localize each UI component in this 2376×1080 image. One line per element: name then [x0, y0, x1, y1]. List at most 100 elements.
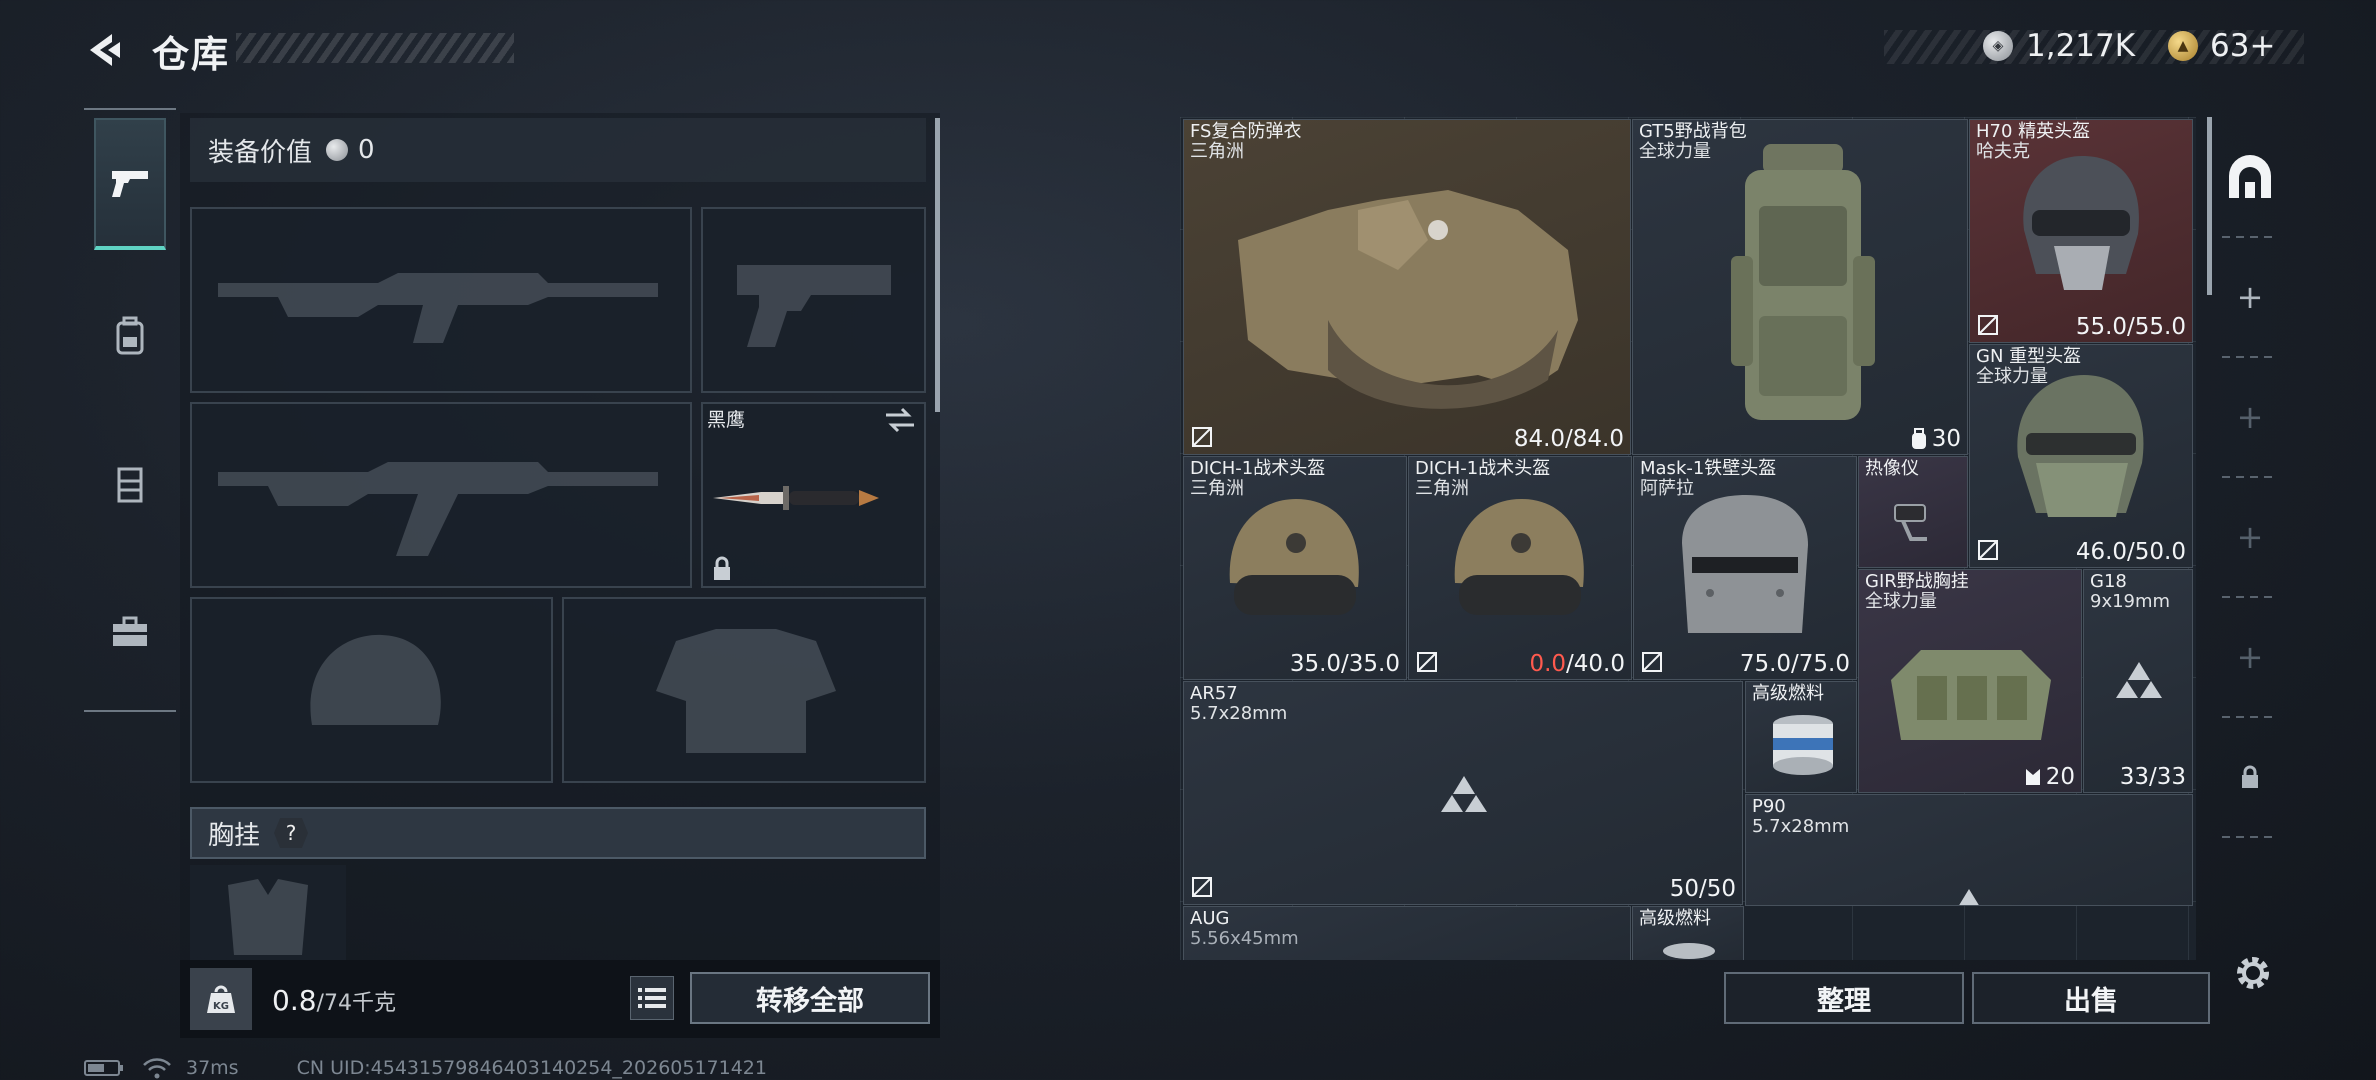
- page-title: 仓库: [152, 33, 230, 76]
- item-caliber: 9x19mm: [2090, 591, 2171, 612]
- stash-home-icon: [2229, 155, 2271, 198]
- stash-tab-main[interactable]: [2222, 150, 2278, 204]
- silver-coin-icon: [326, 139, 349, 161]
- primary-weapon-slot[interactable]: [190, 207, 692, 393]
- stash-tab-add[interactable]: +: [2222, 270, 2278, 324]
- status-bar: 37ms CN UID:45431579846403140254_2026051…: [84, 1055, 767, 1080]
- stash-tab-add-disabled[interactable]: +: [2222, 630, 2278, 684]
- item-capacity-value: 20: [2045, 764, 2075, 790]
- stash-tab-add-disabled[interactable]: +: [2222, 510, 2278, 564]
- ammo-icon: [1959, 889, 1979, 905]
- carry-weight-max: /74千克: [316, 991, 396, 1016]
- category-chest-rig-tab[interactable]: [94, 418, 166, 550]
- sort-button[interactable]: 整理: [1724, 972, 1964, 1024]
- stash-item-helmet-gn[interactable]: GN 重型头盔 全球力量 46.0/50.0: [1969, 344, 2193, 568]
- stash-item-fuel[interactable]: 高级燃料: [1632, 906, 1744, 960]
- gold-currency-value[interactable]: 63+: [2210, 28, 2275, 64]
- stash-item-helmet-dich[interactable]: DICH-1战术头盔 三角洲 35.0/35.0: [1183, 456, 1407, 680]
- back-arrow-icon: [90, 34, 120, 66]
- item-faction: 全球力量: [1639, 141, 1711, 162]
- helmet-silhouette-icon: [310, 634, 441, 725]
- settings-button[interactable]: [2230, 950, 2276, 996]
- item-name: 热像仪: [1865, 458, 1919, 479]
- title-decoration: [236, 33, 514, 63]
- item-name: DICH-1战术头盔: [1415, 458, 1551, 479]
- list-icon: [638, 988, 666, 1008]
- stash-tab-add-disabled[interactable]: +: [2222, 390, 2278, 444]
- stash-item-ammo-p90[interactable]: P90 5.7x28mm: [1745, 794, 2193, 906]
- equipment-value-bar: 装备价值 0: [190, 118, 926, 182]
- stash-item-ammo-ar57[interactable]: AR57 5.7x28mm 50/50: [1183, 681, 1743, 905]
- chest-rig-label: 胸挂: [208, 820, 261, 851]
- capacity-icon: [1911, 428, 1926, 449]
- list-view-button[interactable]: [630, 976, 674, 1020]
- item-name: Mask-1铁壁头盔: [1640, 458, 1777, 479]
- no-repair-icon: [1192, 427, 1212, 447]
- item-faction: 三角洲: [1190, 141, 1244, 162]
- sidearm-slot[interactable]: [701, 207, 926, 393]
- user-uid: CN UID:45431579846403140254_202605171421: [296, 1057, 767, 1079]
- stash-item-ammo-aug[interactable]: AUG 5.56x45mm: [1183, 906, 1631, 960]
- rail-divider: [84, 710, 176, 712]
- secondary-weapon-slot[interactable]: [190, 402, 692, 588]
- stash-item-thermal[interactable]: 热像仪: [1858, 456, 1968, 568]
- body-armor-slot[interactable]: [562, 597, 926, 783]
- item-name: AUG: [1190, 908, 1230, 929]
- chest-rig-icon: [1891, 650, 2051, 740]
- chest-rig-slot[interactable]: [190, 865, 346, 960]
- fuel-can-icon: [1773, 715, 1833, 775]
- item-durability: 75.0/75.0: [1739, 651, 1850, 677]
- stash-item-helmet-mask1[interactable]: Mask-1铁壁头盔 阿萨拉 75.0/75.0: [1633, 456, 1857, 680]
- item-durability-current: 0.0: [1529, 651, 1567, 677]
- body-armor-icon: [1238, 190, 1578, 409]
- category-weapons-tab[interactable]: [94, 118, 166, 250]
- item-name: G18: [2090, 571, 2127, 592]
- fuel-can-icon: [1663, 943, 1715, 959]
- stash-item-ammo-g18[interactable]: G18 9x19mm 33/33: [2083, 569, 2193, 793]
- item-durability: 84.0/84.0: [1513, 426, 1624, 452]
- transfer-all-button[interactable]: 转移全部: [690, 972, 930, 1024]
- help-button[interactable]: ?: [274, 818, 309, 848]
- knife-icon: [713, 486, 879, 510]
- item-count: 33/33: [2119, 764, 2186, 790]
- silver-coin-icon: ◈: [1983, 31, 2013, 61]
- lock-icon: [714, 556, 730, 580]
- rail-divider: [2222, 716, 2278, 718]
- swap-icon[interactable]: [884, 406, 916, 434]
- rig-capacity-icon: [2025, 769, 2040, 785]
- helmet-icon: [1229, 499, 1359, 615]
- helmet-icon: [1682, 495, 1808, 633]
- equipment-value: 0: [358, 135, 375, 165]
- rail-divider: [2222, 596, 2278, 598]
- item-capacity: 30: [1910, 426, 1961, 452]
- stash-item-helmet-dich-broken[interactable]: DICH-1战术头盔 三角洲 0.0/40.0: [1408, 456, 1632, 680]
- back-button[interactable]: [78, 24, 130, 76]
- stash-item-chest-rig[interactable]: GIR野战胸挂 全球力量 20: [1858, 569, 2082, 793]
- stash-item-backpack[interactable]: GT5野战背包 全球力量 30: [1632, 119, 1968, 455]
- backpack-icon: [1731, 144, 1875, 420]
- item-name: AR57: [1190, 683, 1238, 704]
- rig-silhouette-icon: [228, 879, 308, 955]
- thermal-scope-icon: [1894, 504, 1927, 541]
- item-name: 高级燃料: [1752, 683, 1824, 704]
- sell-button[interactable]: 出售: [1972, 972, 2210, 1024]
- no-repair-icon: [1192, 877, 1212, 897]
- stash-item-helmet-h70[interactable]: H70 精英头盔 哈夫克 55.0/55.0: [1969, 119, 2193, 343]
- toolbox-icon: [113, 616, 147, 646]
- backpack-icon: [116, 316, 144, 355]
- stash-item-body-armor[interactable]: FS复合防弹衣 三角洲 84.0/84.0: [1183, 119, 1631, 455]
- category-backpack-tab[interactable]: [94, 270, 166, 402]
- stash-item-fuel[interactable]: 高级燃料: [1745, 681, 1857, 793]
- item-durability: 55.0/55.0: [2075, 314, 2186, 340]
- category-toolbox-tab[interactable]: [94, 566, 166, 698]
- carry-weight: 0.8/74千克: [272, 984, 396, 1017]
- item-caliber: 5.7x28mm: [1190, 703, 1288, 724]
- stash-tab-locked[interactable]: [2222, 750, 2278, 804]
- wifi-icon: [143, 1058, 171, 1079]
- loadout-scrollbar[interactable]: [935, 118, 940, 412]
- item-durability: 35.0/35.0: [1289, 651, 1400, 677]
- silver-currency-value: 1,217K: [2026, 28, 2136, 64]
- carry-weight-current: 0.8: [272, 984, 317, 1017]
- helmet-slot[interactable]: [190, 597, 553, 783]
- melee-item-name: 黑鹰: [707, 409, 746, 431]
